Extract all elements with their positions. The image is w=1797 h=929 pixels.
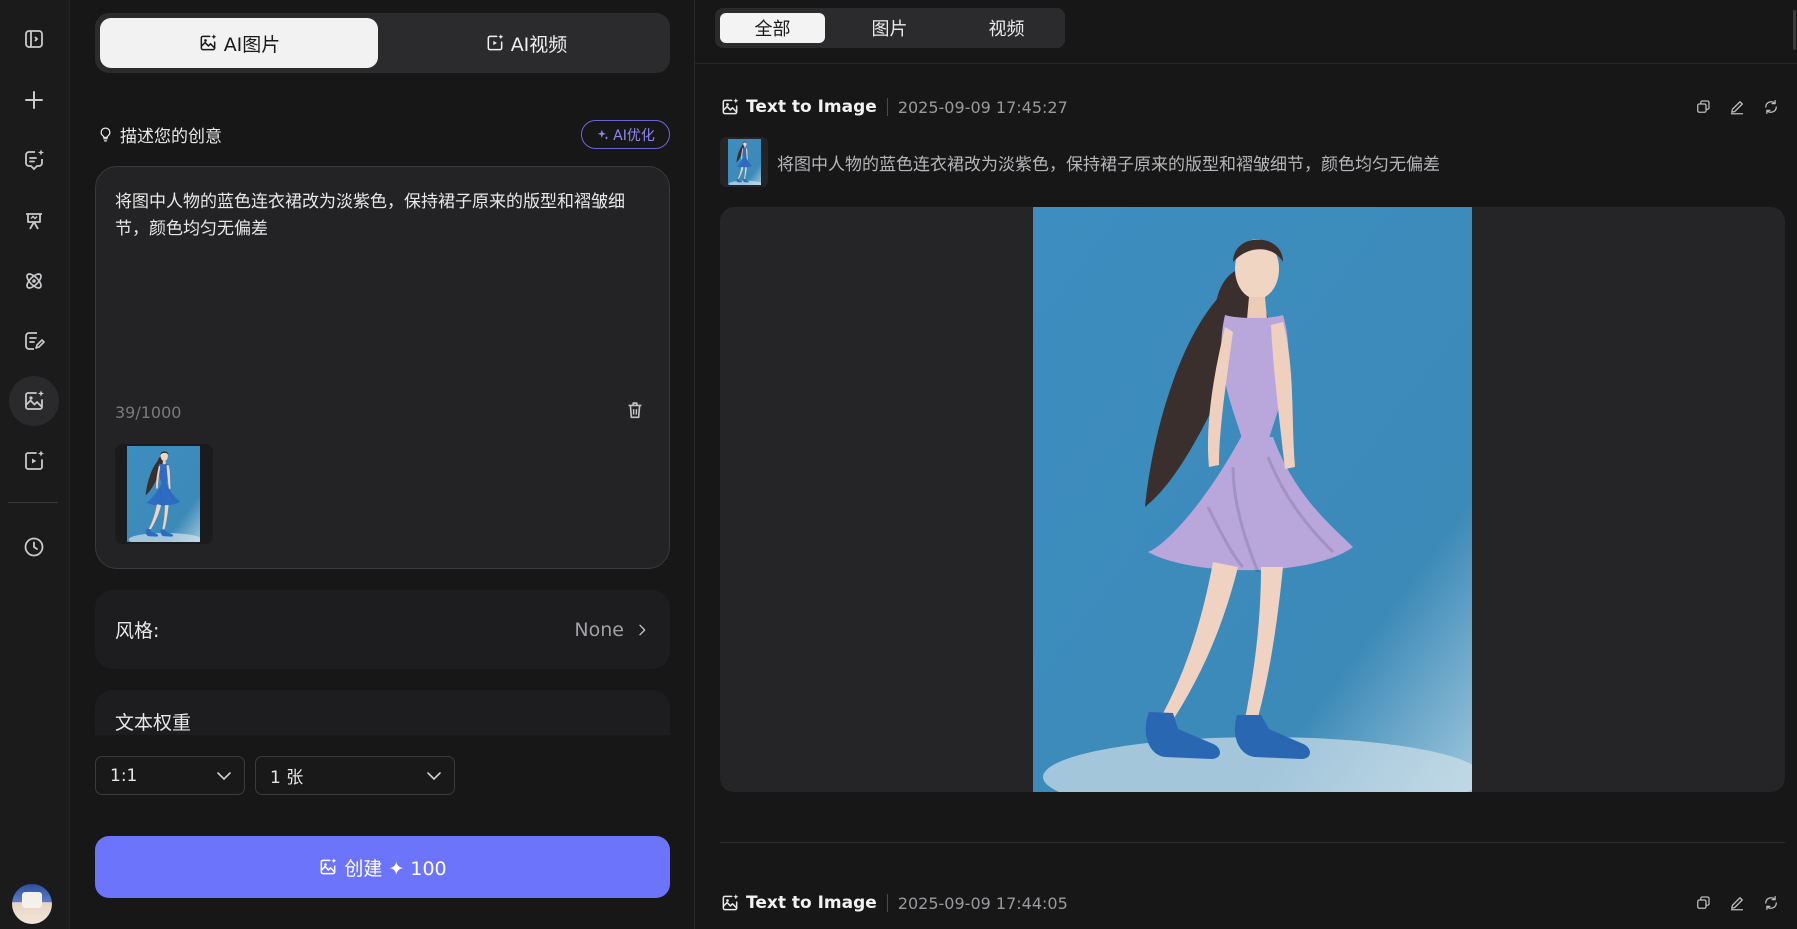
- record-prompt: 将图中人物的蓝色连衣裙改为淡紫色，保持裙子原来的版型和褶皱细节，颜色均匀无偏差: [720, 137, 1720, 187]
- reference-image: [127, 446, 200, 542]
- reference-image-thumbnail[interactable]: [115, 444, 213, 544]
- copy-icon[interactable]: [1694, 894, 1712, 912]
- record-header: Text to Image 2025-09-09 17:45:27: [720, 94, 1780, 120]
- generation-panel: AI图片 AI视频 描述您的创意 AI优化 将图中人物的蓝色连衣裙改为淡紫色，保…: [70, 0, 695, 929]
- record-type: Text to Image: [746, 97, 877, 117]
- clock-icon[interactable]: [9, 522, 59, 572]
- tab-ai-image-label: AI图片: [223, 33, 281, 56]
- tab-all[interactable]: 全部: [720, 13, 825, 43]
- tab-images[interactable]: 图片: [837, 13, 942, 43]
- plus-icon[interactable]: [9, 75, 59, 125]
- atom-icon[interactable]: [9, 256, 59, 306]
- video-sparkle-icon[interactable]: [9, 436, 59, 486]
- record-actions: [1694, 894, 1780, 912]
- refresh-icon[interactable]: [1762, 894, 1780, 912]
- rail-divider: [8, 502, 58, 503]
- image-sparkle-icon[interactable]: [9, 376, 59, 426]
- canvas-icon[interactable]: [9, 196, 59, 246]
- scrollbar[interactable]: [1793, 10, 1796, 50]
- lightbulb-icon: [100, 127, 111, 142]
- result-image[interactable]: [1033, 207, 1472, 792]
- aspect-ratio-select[interactable]: 1:1: [95, 756, 245, 795]
- tab-videos[interactable]: 视频: [954, 13, 1059, 43]
- style-selector[interactable]: 风格: None: [95, 590, 670, 669]
- tab-ai-video[interactable]: AI视频: [387, 18, 665, 68]
- prompt-label-text: 描述您的创意: [120, 127, 222, 147]
- create-button-label: 创建 ✦ 100: [344, 857, 447, 880]
- image-count-value: 1 张: [270, 768, 304, 788]
- record-divider: [720, 842, 1785, 843]
- mode-switch: AI图片 AI视频: [95, 13, 670, 73]
- image-sparkle-icon: [198, 33, 218, 53]
- edit-doc-icon[interactable]: [9, 316, 59, 366]
- char-count: 39/1000: [115, 403, 182, 422]
- image-sparkle-icon: [720, 893, 740, 913]
- refresh-icon[interactable]: [1762, 98, 1780, 116]
- result-image-container[interactable]: [720, 207, 1785, 792]
- tab-ai-image[interactable]: AI图片: [100, 18, 378, 68]
- record-type: Text to Image: [746, 893, 877, 913]
- record-header: Text to Image 2025-09-09 17:44:05: [720, 890, 1780, 916]
- ai-optimize-label: AI优化: [613, 127, 655, 144]
- sparkle-icon: [597, 129, 609, 140]
- prompt-label: 描述您的创意: [97, 122, 222, 147]
- record-actions: [1694, 98, 1780, 116]
- image-sparkle-icon: [318, 857, 338, 877]
- create-button[interactable]: 创建 ✦ 100: [95, 836, 670, 898]
- image-count-select[interactable]: 1 张: [255, 756, 455, 795]
- copy-icon[interactable]: [1694, 98, 1712, 116]
- results-area: 全部 图片 视频 Text to Image 2025-09-09 17:45:…: [695, 0, 1797, 929]
- reference-image: [728, 139, 761, 185]
- filter-tabs: 全部 图片 视频: [715, 8, 1065, 48]
- prompt-text[interactable]: 将图中人物的蓝色连衣裙改为淡紫色，保持裙子原来的版型和褶皱细节，颜色均匀无偏差: [115, 189, 655, 243]
- chevron-down-icon: [427, 772, 441, 781]
- style-label: 风格:: [115, 620, 160, 642]
- record-timestamp: 2025-09-09 17:45:27: [897, 97, 1068, 117]
- chevron-down-icon: [217, 772, 231, 781]
- edit-icon[interactable]: [1728, 98, 1746, 116]
- aspect-ratio-value: 1:1: [110, 765, 138, 786]
- app-window: AI图片 AI视频 描述您的创意 AI优化 将图中人物的蓝色连衣裙改为淡紫色，保…: [0, 0, 1797, 929]
- text-weight-section: 文本权重: [95, 690, 670, 735]
- record-reference-thumbnail[interactable]: [720, 137, 768, 187]
- prompt-input[interactable]: 将图中人物的蓝色连衣裙改为淡紫色，保持裙子原来的版型和褶皱细节，颜色均匀无偏差 …: [95, 166, 670, 569]
- style-value: None: [574, 618, 624, 641]
- video-sparkle-icon: [485, 33, 505, 53]
- separator: [886, 98, 888, 116]
- image-sparkle-icon: [720, 97, 740, 117]
- record-prompt-text: 将图中人物的蓝色连衣裙改为淡紫色，保持裙子原来的版型和褶皱细节，颜色均匀无偏差: [777, 154, 1440, 175]
- ai-optimize-button[interactable]: AI优化: [581, 120, 670, 149]
- icon-rail: [0, 0, 70, 929]
- avatar[interactable]: [12, 884, 52, 924]
- chevron-right-icon: [639, 624, 646, 635]
- header-divider: [695, 63, 1797, 64]
- edit-icon[interactable]: [1728, 894, 1746, 912]
- trash-icon[interactable]: [624, 399, 646, 421]
- sidebar-toggle-icon[interactable]: [9, 14, 59, 64]
- chat-sparkle-icon[interactable]: [9, 135, 59, 185]
- tab-ai-video-label: AI视频: [510, 33, 568, 56]
- separator: [886, 894, 888, 912]
- record-timestamp: 2025-09-09 17:44:05: [897, 893, 1068, 913]
- text-weight-label: 文本权重: [115, 712, 192, 734]
